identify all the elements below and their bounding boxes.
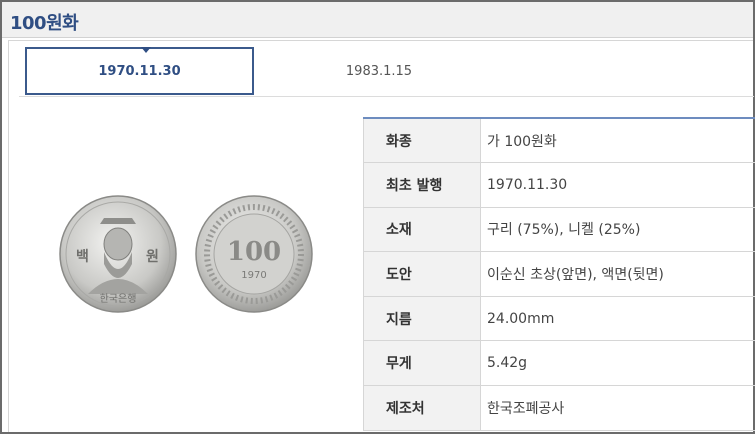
coin-images: 백 원 한국은행 100 1970 [52,162,332,322]
table-row: 도안 이순신 초상(앞면), 액면(뒷면) [363,251,755,297]
spec-table: 화종 가 100원화 최초 발행 1970.11.30 소재 구리 (75%),… [363,117,755,431]
spec-key-diameter: 지름 [363,296,481,342]
spec-value-weight: 5.42g [480,340,755,387]
spec-value-first-issue: 1970.11.30 [480,162,755,208]
tab-1970-11-30[interactable]: 1970.11.30 [25,47,254,95]
page-title: 100원화 [10,13,79,34]
table-row: 제조처 한국조폐공사 [363,385,755,431]
coin-front-image: 백 원 한국은행 [59,195,177,313]
spec-value-material: 구리 (75%), 니켈 (25%) [480,207,755,253]
spec-key-manufacturer: 제조처 [363,385,481,431]
tab-label: 1970.11.30 [98,63,181,79]
page-header: 100원화 [2,2,753,38]
coin-front-text-right: 원 [146,249,159,265]
spec-value-diameter: 24.00mm [480,296,755,342]
coin-back-value: 100 [227,237,281,267]
spec-key-denomination: 화종 [363,118,481,164]
spec-value-denomination: 가 100원화 [480,118,755,164]
spec-key-weight: 무게 [363,340,481,387]
coin-back-year: 1970 [241,270,266,281]
tab-bar: 1970.11.30 1983.1.15 [19,41,754,97]
table-row: 소재 구리 (75%), 니켈 (25%) [363,207,755,253]
coin-back-image: 100 1970 [195,195,313,313]
active-tab-indicator-icon [141,47,151,53]
table-row: 지름 24.00mm [363,296,755,342]
spec-key-design: 도안 [363,251,481,297]
spec-key-material: 소재 [363,207,481,253]
spec-key-first-issue: 최초 발행 [363,162,481,208]
spec-value-design: 이순신 초상(앞면), 액면(뒷면) [480,251,755,297]
spec-value-manufacturer: 한국조폐공사 [480,385,755,431]
window-frame: 100원화 1970.11.30 1983.1.15 백 원 한국은행 100 … [0,0,755,434]
table-row: 무게 5.42g [363,340,755,387]
tab-1983-1-15[interactable]: 1983.1.15 [319,47,439,95]
table-row: 최초 발행 1970.11.30 [363,162,755,208]
coin-front-text-bottom: 한국은행 [100,293,137,305]
table-row: 화종 가 100원화 [363,118,755,164]
tab-label: 1983.1.15 [345,63,413,79]
coin-front-text-left: 백 [76,249,89,265]
